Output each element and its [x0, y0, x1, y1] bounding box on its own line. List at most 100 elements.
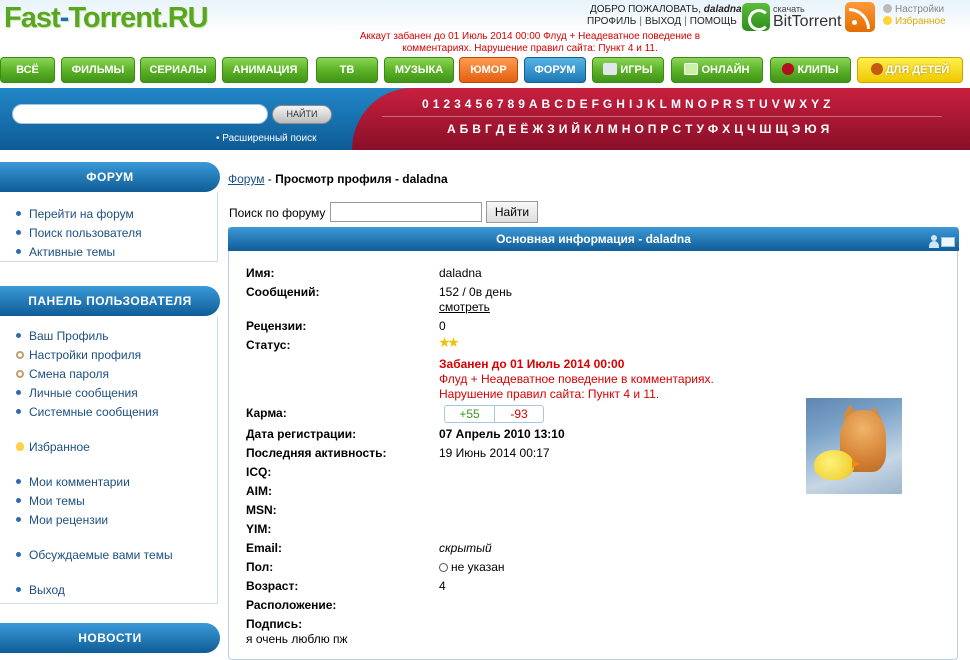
alphabet-letter-link[interactable]: N: [685, 97, 694, 111]
alphabet-letter-link[interactable]: А: [447, 122, 456, 136]
user-icon[interactable]: [929, 235, 939, 248]
alphabet-letter-link[interactable]: 8: [508, 97, 515, 111]
alphabet-letter-link[interactable]: Щ: [775, 122, 787, 136]
alphabet-letter-link[interactable]: И: [559, 122, 568, 136]
help-link[interactable]: ПОМОЩЬ: [690, 16, 737, 27]
alphabet-letter-link[interactable]: G: [603, 97, 612, 111]
alphabet-letter-link[interactable]: Р: [660, 122, 668, 136]
site-search-button[interactable]: НАЙТИ: [272, 105, 332, 124]
karma-plus-button[interactable]: +55: [445, 406, 495, 422]
alphabet-letter-link[interactable]: Ш: [759, 122, 771, 136]
alphabet-letter-link[interactable]: Y: [811, 97, 819, 111]
alphabet-letter-link[interactable]: Ц: [734, 122, 743, 136]
alphabet-letter-link[interactable]: S: [736, 97, 744, 111]
nav-item-all[interactable]: ВСЁ: [0, 57, 55, 83]
alphabet-letter-link[interactable]: C: [554, 97, 563, 111]
logout-link[interactable]: ВЫХОД: [645, 16, 681, 27]
nav-item-clips[interactable]: КЛИПЫ: [770, 57, 851, 83]
alphabet-letter-link[interactable]: В: [472, 122, 481, 136]
alphabet-letter-link[interactable]: 0: [422, 97, 429, 111]
alphabet-letter-link[interactable]: 7: [497, 97, 504, 111]
forum-search-button[interactable]: Найти: [486, 201, 538, 223]
settings-link[interactable]: Настройки: [883, 4, 944, 15]
alphabet-letter-link[interactable]: W: [784, 97, 795, 111]
alphabet-letter-link[interactable]: P: [711, 97, 719, 111]
alphabet-letter-link[interactable]: Ё: [520, 122, 528, 136]
rss-icon[interactable]: [845, 2, 875, 32]
sidebar-item-private-messages[interactable]: Личные сообщения: [16, 386, 138, 400]
advanced-search-link[interactable]: • Расширенный поиск: [216, 133, 316, 144]
nav-item-animation[interactable]: АНИМАЦИЯ: [222, 57, 308, 83]
alphabet-letter-link[interactable]: H: [616, 97, 625, 111]
nav-item-online[interactable]: ОНЛАЙН: [671, 57, 763, 83]
sidebar-item-change-password[interactable]: Смена пароля: [16, 367, 109, 381]
alphabet-letter-link[interactable]: У: [696, 122, 703, 136]
alphabet-letter-link[interactable]: 5: [475, 97, 482, 111]
alphabet-letter-link[interactable]: B: [542, 97, 551, 111]
sidebar-item-find-user[interactable]: Поиск пользователя: [16, 226, 142, 240]
nav-item-tv[interactable]: ТВ: [316, 57, 378, 83]
alphabet-letter-link[interactable]: F: [592, 97, 599, 111]
alphabet-letter-link[interactable]: R: [723, 97, 732, 111]
alphabet-letter-link[interactable]: I: [629, 97, 632, 111]
karma-minus-button[interactable]: -93: [495, 406, 543, 422]
alphabet-letter-link[interactable]: O: [698, 97, 707, 111]
alphabet-letter-link[interactable]: 4: [465, 97, 472, 111]
sidebar-item-my-topics[interactable]: Мои темы: [16, 494, 85, 508]
sidebar-item-active-topics[interactable]: Активные темы: [16, 245, 115, 259]
alphabet-letter-link[interactable]: Z: [823, 97, 830, 111]
alphabet-letter-link[interactable]: 6: [486, 97, 493, 111]
sidebar-item-my-reviews[interactable]: Мои рецензии: [16, 513, 108, 527]
alphabet-letter-link[interactable]: Н: [622, 122, 631, 136]
alphabet-letter-link[interactable]: Й: [571, 122, 580, 136]
nav-item-films[interactable]: ФИЛЬМЫ: [61, 57, 135, 83]
nav-item-forum[interactable]: ФОРУМ: [524, 57, 586, 83]
mail-icon[interactable]: [941, 237, 955, 247]
alphabet-letter-link[interactable]: U: [759, 97, 768, 111]
site-search-input[interactable]: [12, 104, 268, 124]
sidebar-item-system-messages[interactable]: Системные сообщения: [16, 405, 159, 419]
sidebar-item-profile-settings[interactable]: Настройки профиля: [16, 348, 141, 362]
profile-link[interactable]: ПРОФИЛЬ: [587, 16, 636, 27]
nav-item-humor[interactable]: ЮМОР: [459, 57, 518, 83]
nav-item-kids[interactable]: ДЛЯ ДЕТЕЙ: [857, 57, 963, 83]
alphabet-letter-link[interactable]: T: [748, 97, 755, 111]
alphabet-letter-link[interactable]: X: [799, 97, 807, 111]
alphabet-letter-link[interactable]: Г: [485, 122, 492, 136]
forum-search-input[interactable]: [330, 202, 482, 222]
alphabet-letter-link[interactable]: M: [671, 97, 681, 111]
alphabet-letter-link[interactable]: D: [567, 97, 576, 111]
sidebar-item-profile[interactable]: Ваш Профиль: [16, 329, 108, 343]
site-logo[interactable]: Fast-Torrent.RU: [4, 2, 209, 35]
alphabet-letter-link[interactable]: 3: [454, 97, 461, 111]
alphabet-letter-link[interactable]: П: [648, 122, 657, 136]
sidebar-item-discussed-topics[interactable]: Обсуждаемые вами темы: [16, 548, 173, 562]
alphabet-letter-link[interactable]: 1: [433, 97, 440, 111]
posts-view-link[interactable]: смотреть: [439, 300, 490, 314]
alphabet-letter-link[interactable]: Э: [792, 122, 801, 136]
alphabet-letter-link[interactable]: М: [608, 122, 618, 136]
alphabet-letter-link[interactable]: Ч: [747, 122, 755, 136]
alphabet-letter-link[interactable]: 2: [443, 97, 450, 111]
nav-item-games[interactable]: ИГРЫ: [592, 57, 664, 83]
alphabet-letter-link[interactable]: V: [772, 97, 780, 111]
alphabet-letter-link[interactable]: С: [672, 122, 681, 136]
alphabet-letter-link[interactable]: E: [580, 97, 588, 111]
alphabet-letter-link[interactable]: 9: [518, 97, 525, 111]
alphabet-letter-link[interactable]: K: [647, 97, 656, 111]
alphabet-letter-link[interactable]: Ю: [804, 122, 816, 136]
alphabet-letter-link[interactable]: О: [634, 122, 643, 136]
sidebar-item-favorites[interactable]: Избранное: [16, 440, 90, 454]
alphabet-letter-link[interactable]: Д: [496, 122, 505, 136]
alphabet-letter-link[interactable]: Ж: [532, 122, 543, 136]
alphabet-letter-link[interactable]: Я: [821, 122, 830, 136]
alphabet-letter-link[interactable]: Т: [685, 122, 692, 136]
alphabet-letter-link[interactable]: L: [660, 97, 667, 111]
nav-item-series[interactable]: СЕРИАЛЫ: [140, 57, 216, 83]
sidebar-item-logout[interactable]: Выход: [16, 583, 65, 597]
sidebar-item-my-comments[interactable]: Мои комментарии: [16, 475, 130, 489]
alphabet-letter-link[interactable]: J: [636, 97, 643, 111]
alphabet-letter-link[interactable]: A: [529, 97, 538, 111]
alphabet-letter-link[interactable]: Ф: [708, 122, 718, 136]
nav-item-music[interactable]: МУЗЫКА: [384, 57, 454, 83]
